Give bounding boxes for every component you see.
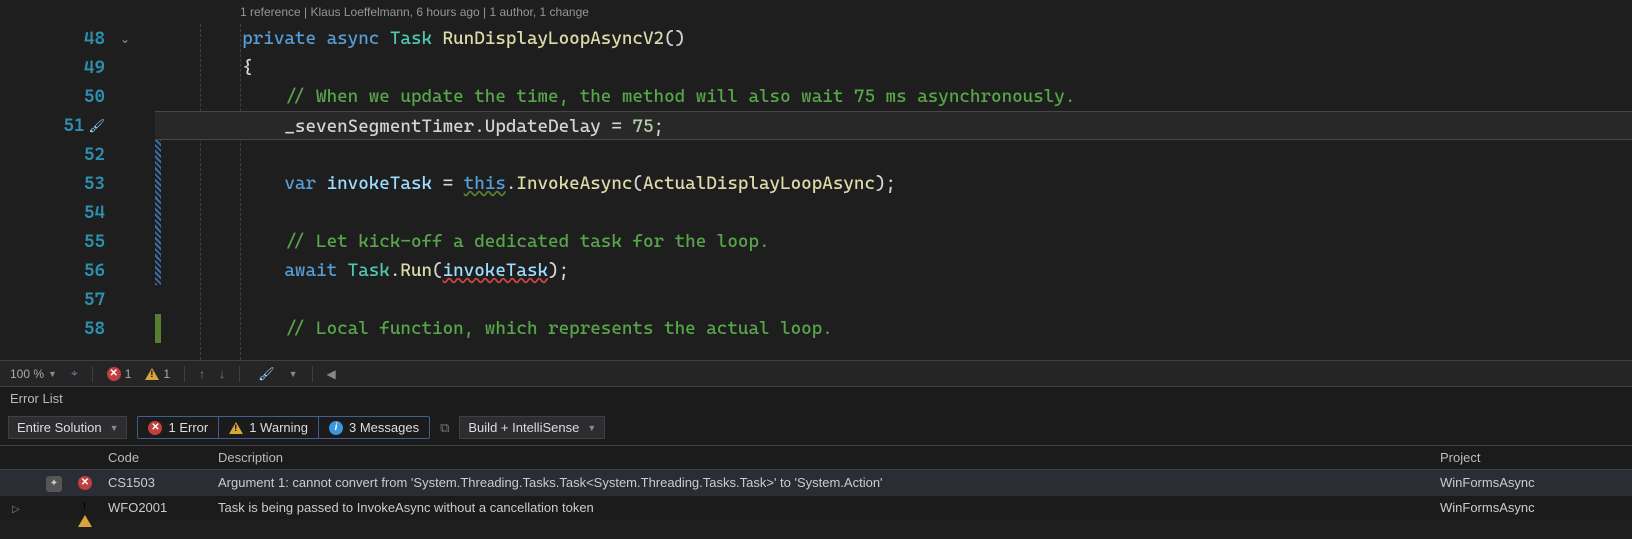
code-line[interactable] [155,198,1632,227]
error-icon: ✕ [107,367,121,381]
chevron-down-icon: ▼ [110,423,119,433]
filter-messages-button[interactable]: i3 Messages [319,417,429,438]
chevron-down-icon[interactable]: ▼ [289,369,298,379]
zoom-dropdown[interactable]: 100 % ▼ [10,367,57,381]
error-project: WinFormsAsync [1432,470,1632,496]
prev-issue-button[interactable]: ↑ [199,367,205,381]
gutter: 48 ⌄ 49 50 51🖌 52 53 54 55 56 57 58 [0,0,155,360]
error-project: WinFormsAsync [1432,496,1632,519]
quick-action-icon[interactable]: 🖌 [88,118,105,134]
error-list-title: Error List [0,387,1632,412]
code-line[interactable]: private async Task RunDisplayLoopAsyncV2… [155,24,1632,53]
col-code[interactable]: Code [100,446,210,470]
code-health-icon[interactable]: ⌖ [71,366,78,381]
error-count[interactable]: ✕1 [107,367,132,381]
severity-filter-group: ✕1 Error 1 Warning i3 Messages [137,416,430,439]
info-icon: i [329,421,343,435]
line-number: 53 [84,173,105,194]
line-number: 48 [84,28,105,49]
scope-dropdown[interactable]: Entire Solution▼ [8,416,127,439]
line-number: 58 [84,318,105,339]
line-number: 50 [84,86,105,107]
source-dropdown[interactable]: Build + IntelliSense▼ [459,416,605,439]
error-code: CS1503 [100,470,210,496]
error-icon: ✕ [148,421,162,435]
code-line[interactable]: // Local function, which represents the … [155,314,1632,343]
scroll-left-icon[interactable]: ◀ [327,367,336,381]
line-number: 57 [84,289,105,310]
error-icon: ✕ [78,476,92,490]
expand-caret-icon[interactable]: ▷ [8,504,24,515]
error-list-table[interactable]: Code Description Project ✦ ✕ CS1503 Argu… [0,445,1632,519]
line-number: 56 [84,260,105,281]
error-list-panel: Error List Entire Solution▼ ✕1 Error 1 W… [0,386,1632,519]
filter-warnings-button[interactable]: 1 Warning [219,417,319,438]
warning-icon [229,422,243,434]
chevron-down-icon: ▼ [587,423,596,433]
code-content[interactable]: 1 reference | Klaus Loeffelmann, 6 hours… [155,0,1632,360]
link-icon[interactable]: ⧉ [440,420,449,436]
warning-row[interactable]: ▷ WFO2001 Task is being passed to Invoke… [0,496,1632,519]
warning-icon [78,500,92,527]
code-editor[interactable]: 48 ⌄ 49 50 51🖌 52 53 54 55 56 57 58 1 ref… [0,0,1632,360]
table-header-row: Code Description Project [0,446,1632,470]
col-description[interactable]: Description [210,446,1432,470]
line-number: 54 [84,202,105,223]
code-line[interactable]: await Task.Run(invokeTask); [155,256,1632,285]
cleanup-icon[interactable]: 🖌 [258,366,275,382]
filter-errors-button[interactable]: ✕1 Error [138,417,219,438]
code-line[interactable]: // Let kick-off a dedicated task for the… [155,227,1632,256]
next-issue-button[interactable]: ↓ [219,367,225,381]
warning-count[interactable]: 1 [145,367,170,381]
code-line[interactable] [155,285,1632,314]
error-code: WFO2001 [100,496,210,519]
error-description: Argument 1: cannot convert from 'System.… [210,470,1432,496]
fold-chevron-icon[interactable]: ⌄ [120,32,130,46]
code-line-current[interactable]: _sevenSegmentTimer.UpdateDelay = 75; [155,111,1632,140]
chevron-down-icon: ▼ [48,369,57,379]
col-project[interactable]: Project [1432,446,1632,470]
error-list-toolbar: Entire Solution▼ ✕1 Error 1 Warning i3 M… [0,412,1632,445]
line-number: 49 [84,57,105,78]
code-line[interactable]: { [155,53,1632,82]
error-row[interactable]: ✦ ✕ CS1503 Argument 1: cannot convert fr… [0,470,1632,496]
warning-icon [145,368,159,380]
code-line[interactable]: // When we update the time, the method w… [155,82,1632,111]
line-number: 51 [63,115,84,136]
codelens[interactable]: 1 reference | Klaus Loeffelmann, 6 hours… [155,0,1632,24]
code-line[interactable] [155,140,1632,169]
editor-status-bar: 100 % ▼ ⌖ ✕1 1 ↑ ↓ 🖌 ▼ ◀ [0,360,1632,386]
copilot-icon[interactable]: ✦ [46,476,62,492]
line-number: 52 [84,144,105,165]
line-number: 55 [84,231,105,252]
code-line[interactable]: var invokeTask = this.InvokeAsync(Actual… [155,169,1632,198]
error-description: Task is being passed to InvokeAsync with… [210,496,1432,519]
